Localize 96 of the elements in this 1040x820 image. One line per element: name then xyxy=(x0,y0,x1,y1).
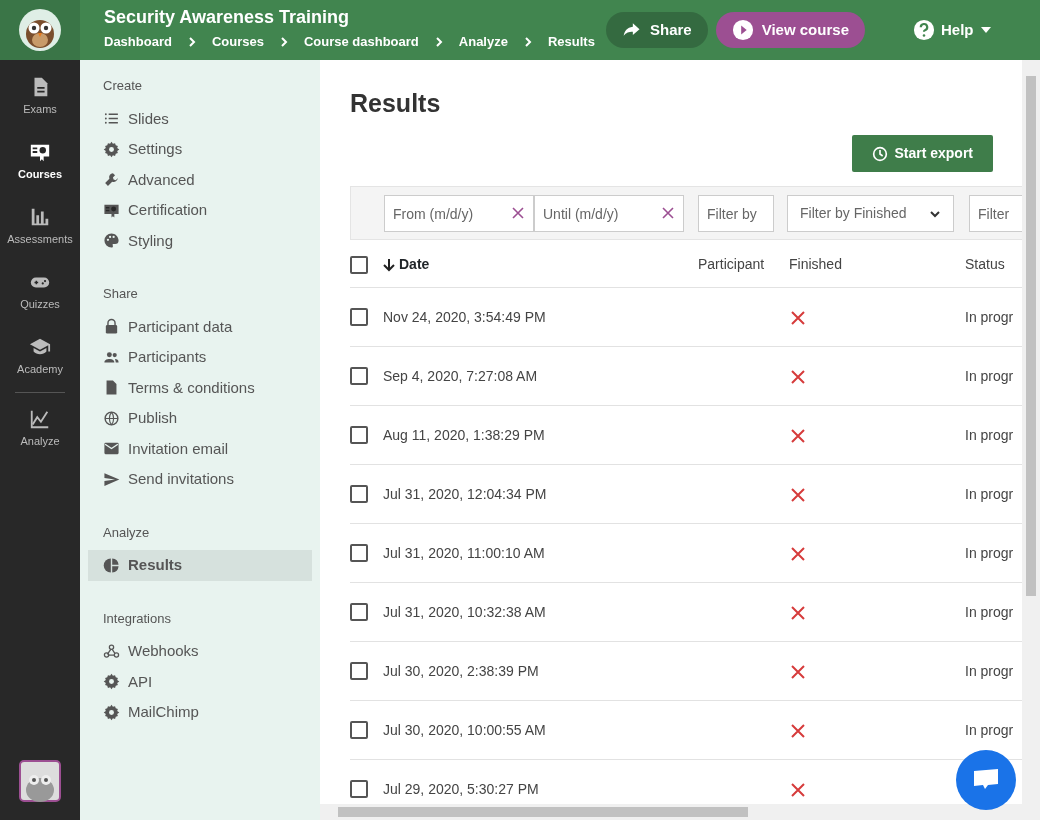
breadcrumb-link[interactable]: Results xyxy=(547,32,595,52)
breadcrumb-link[interactable]: Analyze xyxy=(458,32,508,52)
rail-nav-item[interactable]: Assessments xyxy=(0,194,80,259)
webhook-icon xyxy=(103,642,120,660)
page-title: Results xyxy=(350,88,442,118)
app-title: Security Awareness Training xyxy=(104,8,351,29)
date-cell-text: Aug 11, 2020, 1:38:29 PM xyxy=(383,425,546,445)
sidebar-item[interactable]: API xyxy=(88,666,312,697)
status-cell-text: In progr xyxy=(965,602,1015,622)
filter-select[interactable]: Filter by Finished xyxy=(787,195,954,232)
breadcrumb-link[interactable]: Dashboard xyxy=(104,32,172,52)
row-checkbox[interactable] xyxy=(350,544,368,562)
status-cell-text: In progr xyxy=(965,661,1015,681)
sidebar-item[interactable]: Slides xyxy=(88,103,312,134)
settings-icon xyxy=(103,140,120,158)
pie-chart-icon xyxy=(103,556,120,574)
settings-icon xyxy=(103,703,120,721)
column-header[interactable]: Finished xyxy=(789,254,842,275)
clock-icon xyxy=(872,145,889,162)
help-button[interactable]: Help xyxy=(907,17,998,43)
rail-nav-item[interactable]: Quizzes xyxy=(0,259,80,324)
chevron-right-icon xyxy=(434,36,443,47)
rail-nav-item[interactable]: Analyze xyxy=(0,396,80,461)
sidebar-item[interactable]: Styling xyxy=(88,225,312,256)
breadcrumb-link[interactable]: Courses xyxy=(211,32,264,52)
sort-arrow-down-icon xyxy=(383,257,395,272)
section-heading: Integrations xyxy=(102,609,172,628)
status-cell-text: In progr xyxy=(965,307,1015,327)
help-icon xyxy=(913,19,935,41)
row-checkbox[interactable] xyxy=(350,721,368,739)
vertical-scrollbar[interactable] xyxy=(1022,60,1040,804)
section-heading: Analyze xyxy=(102,523,151,542)
section-heading: Share xyxy=(102,285,139,303)
chevron-right-icon xyxy=(187,36,196,47)
chevron-right-icon xyxy=(279,36,288,47)
rail-nav-item[interactable]: Courses xyxy=(0,129,80,194)
date-cell-text: Sep 4, 2020, 7:27:08 AM xyxy=(383,366,539,386)
status-cell-text: In progr xyxy=(965,484,1015,504)
clear-icon[interactable] xyxy=(512,207,524,219)
select-all-checkbox[interactable] xyxy=(350,255,368,274)
sidebar-item[interactable]: Participants xyxy=(88,342,312,373)
row-checkbox[interactable] xyxy=(350,308,368,326)
sidebar-item[interactable]: Results xyxy=(88,550,312,581)
date-cell-text: Jul 31, 2020, 10:32:38 AM xyxy=(383,602,547,622)
rail-nav-item[interactable]: Academy xyxy=(0,324,80,389)
clear-icon[interactable] xyxy=(662,207,674,219)
sidebar-item[interactable]: Webhooks xyxy=(88,636,312,667)
share-button[interactable]: Share xyxy=(606,12,708,48)
sidebar-item[interactable]: Publish xyxy=(88,403,312,434)
settings-icon xyxy=(103,673,120,691)
row-checkbox[interactable] xyxy=(350,485,368,503)
sidebar-item[interactable]: Terms & conditions xyxy=(88,372,312,403)
status-cell-text: In progr xyxy=(965,543,1015,563)
palette-icon xyxy=(103,232,120,250)
date-field[interactable]: Until (m/d/y) xyxy=(534,195,684,232)
sidebar-item[interactable]: Send invitations xyxy=(88,464,312,495)
sidebar-item[interactable]: Advanced xyxy=(88,164,312,195)
date-cell-text: Jul 30, 2020, 2:38:39 PM xyxy=(383,661,540,681)
status-cell-text: In progr xyxy=(965,366,1015,386)
rail-nav-item[interactable]: Exams xyxy=(0,64,80,129)
date-cell-text: Nov 24, 2020, 3:54:49 PM xyxy=(383,307,547,327)
avatar-icon[interactable] xyxy=(19,760,61,802)
row-checkbox[interactable] xyxy=(350,662,368,680)
lock-icon xyxy=(103,318,120,336)
date-cell-text: Jul 29, 2020, 5:30:27 PM xyxy=(383,779,540,799)
column-header[interactable]: Participant xyxy=(698,254,765,275)
column-header[interactable]: Date xyxy=(399,254,430,275)
status-cell-text: In progr xyxy=(965,720,1015,740)
filter-field[interactable]: Filter xyxy=(969,195,1022,232)
status-cell-text: In progr xyxy=(965,425,1015,445)
globe-icon xyxy=(103,409,120,427)
chevron-right-icon xyxy=(523,36,532,47)
play-icon xyxy=(731,19,754,41)
date-field[interactable]: From (m/d/y) xyxy=(384,195,534,232)
sidebar-item[interactable]: Participant data xyxy=(88,311,312,342)
sidebar-item[interactable]: Invitation email xyxy=(88,433,312,464)
breadcrumb-link[interactable]: Course dashboard xyxy=(303,32,419,52)
date-cell-text: Jul 31, 2020, 11:00:10 AM xyxy=(383,543,546,563)
date-cell-text: Jul 31, 2020, 12:04:34 PM xyxy=(383,484,548,504)
filter-field[interactable]: Filter by xyxy=(698,195,774,232)
column-header[interactable]: Status xyxy=(965,254,1005,275)
sidebar-item[interactable]: Settings xyxy=(88,134,312,165)
row-checkbox[interactable] xyxy=(350,780,368,798)
send-icon xyxy=(103,470,120,488)
date-cell-text: Jul 30, 2020, 10:00:55 AM xyxy=(383,720,547,740)
start-export-button[interactable]: Start export xyxy=(852,135,993,172)
sidebar-item[interactable]: MailChimp xyxy=(88,697,312,728)
horizontal-scrollbar[interactable] xyxy=(320,804,1040,820)
chat-button[interactable] xyxy=(956,750,1016,810)
row-checkbox[interactable] xyxy=(350,603,368,621)
owl-logo[interactable] xyxy=(19,9,61,51)
row-checkbox[interactable] xyxy=(350,426,368,444)
row-checkbox[interactable] xyxy=(350,367,368,385)
section-heading: Create xyxy=(102,77,144,95)
sidebar-item[interactable]: Certification xyxy=(88,195,312,226)
view-course-button[interactable]: View course xyxy=(715,12,865,48)
